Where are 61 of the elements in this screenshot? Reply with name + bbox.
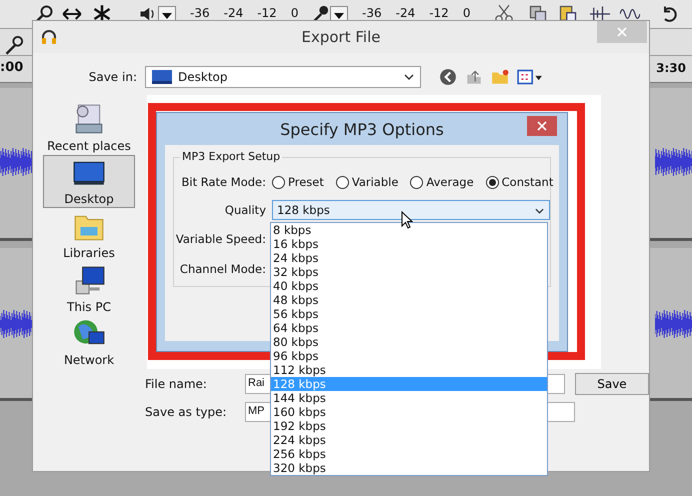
radio-option[interactable]: Average: [410, 175, 474, 189]
dropdown-option[interactable]: 224 kbps: [271, 433, 547, 447]
meter-scale-label: -24: [396, 6, 416, 20]
monitor-icon: [152, 70, 172, 84]
meter-scale-label: 0: [462, 6, 470, 20]
back-icon[interactable]: [439, 68, 457, 86]
window-title: Export File: [302, 28, 380, 46]
headphones-icon: [41, 29, 57, 45]
meter-scale-label: -36: [190, 6, 210, 20]
view-menu-icon[interactable]: [517, 68, 543, 86]
meter-scale-label: 0: [290, 6, 298, 20]
save-in-label: Save in:: [88, 70, 137, 84]
dropdown-option[interactable]: 56 kbps: [271, 307, 547, 321]
dropdown-option[interactable]: 80 kbps: [271, 335, 547, 349]
field-label: Variable Speed:: [174, 232, 266, 246]
dropdown-option[interactable]: 32 kbps: [271, 265, 547, 279]
up-folder-icon[interactable]: [465, 68, 483, 86]
save-in-dropdown[interactable]: Desktop: [145, 66, 421, 88]
radio-option[interactable]: Variable: [336, 175, 398, 189]
save-as-type-label: Save as type:: [144, 405, 228, 419]
meter-scale-label: -24: [224, 6, 244, 20]
place-item[interactable]: Desktop: [43, 154, 135, 208]
close-button[interactable]: [527, 116, 557, 136]
microphone-icon[interactable]: [4, 35, 24, 55]
place-item[interactable]: Network: [43, 315, 135, 369]
dropdown-option[interactable]: 8 kbps: [271, 223, 547, 237]
dropdown-option[interactable]: 96 kbps: [271, 349, 547, 363]
timeline-label: :00: [0, 60, 24, 75]
field-label: Bit Rate Mode:: [180, 175, 266, 189]
dropdown-option[interactable]: 16 kbps: [271, 237, 547, 251]
dropdown-option[interactable]: 40 kbps: [271, 279, 547, 293]
close-icon: [617, 27, 627, 37]
save-button[interactable]: Save: [574, 373, 649, 395]
field-label: Channel Mode:: [178, 262, 266, 276]
dropdown-option[interactable]: 256 kbps: [271, 447, 547, 461]
meter-scale-label: -36: [362, 6, 382, 20]
file-name-label: File name:: [144, 377, 208, 391]
field-label: Quality: [224, 203, 266, 217]
group-title: MP3 Export Setup: [180, 150, 282, 163]
radio-option[interactable]: Constant: [486, 175, 554, 189]
dialog-title: Specify MP3 Options: [280, 120, 444, 138]
meter-scale-label: -12: [429, 6, 449, 20]
dropdown-option[interactable]: 64 kbps: [271, 321, 547, 335]
place-item[interactable]: Libraries: [43, 208, 135, 262]
timeline-label: 3:30: [656, 61, 686, 75]
dropdown-option[interactable]: 112 kbps: [271, 363, 547, 377]
radio-option[interactable]: Preset: [272, 175, 324, 189]
quality-dropdown[interactable]: 128 kbps: [272, 200, 550, 220]
dropdown-option[interactable]: 144 kbps: [271, 391, 547, 405]
dropdown-option[interactable]: 320 kbps: [271, 461, 547, 475]
dropdown-option[interactable]: 48 kbps: [271, 293, 547, 307]
chevron-icon: [404, 74, 414, 80]
dropdown-option[interactable]: 24 kbps: [271, 251, 547, 265]
dropdown-option[interactable]: 192 kbps: [271, 419, 547, 433]
meter-scale-label: -12: [257, 6, 277, 20]
place-item[interactable]: Recent places: [43, 101, 135, 155]
dropdown-option[interactable]: 160 kbps: [271, 405, 547, 419]
place-item[interactable]: This PC: [43, 262, 135, 316]
new-folder-icon[interactable]: [491, 68, 509, 86]
close-icon: [537, 121, 547, 131]
chevron-icon: [535, 208, 544, 214]
